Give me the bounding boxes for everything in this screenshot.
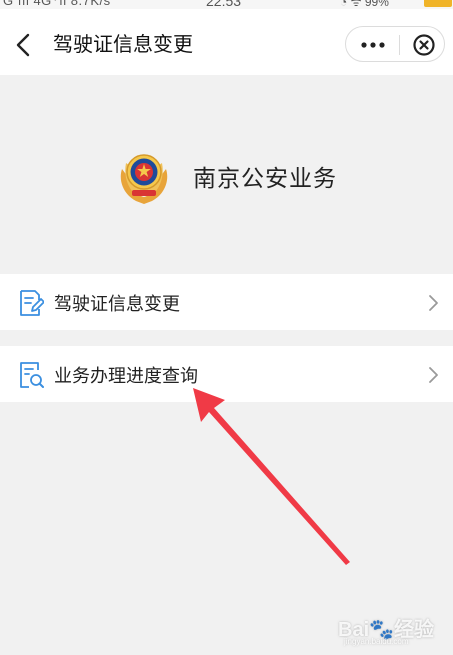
baidu-jingyan-watermark: Bai🐾经验 jingyan.baidu.com <box>338 603 448 651</box>
clock: 22:53 <box>206 0 242 9</box>
menu-item-label: 业务办理进度查询 <box>54 366 198 387</box>
network-status: G ııl 4G⁺ıl 8.7K/s <box>3 0 111 8</box>
menu-item-progress-query[interactable]: 业务办理进度查询 <box>0 346 453 402</box>
more-icon[interactable] <box>358 35 388 55</box>
watermark-url: jingyan.baidu.com <box>344 637 409 646</box>
miniprogram-capsule <box>345 26 445 62</box>
edit-document-icon <box>20 290 44 316</box>
battery-icon <box>424 0 452 7</box>
brand-section: 南京公安业务 <box>0 75 453 273</box>
chevron-right-icon <box>429 367 438 383</box>
brand-name: 南京公安业务 <box>193 166 337 192</box>
chevron-right-icon <box>429 295 438 311</box>
system-status: ◔ ᯤ 99% <box>340 0 389 9</box>
nav-header: 驾驶证信息变更 <box>0 9 453 75</box>
annotation-arrow-icon <box>193 388 350 565</box>
back-arrow-icon[interactable] <box>14 33 34 57</box>
status-bar: G ııl 4G⁺ıl 8.7K/s 22:53 ◔ ᯤ 99% <box>0 0 453 9</box>
page-title: 驾驶证信息变更 <box>53 32 193 56</box>
police-emblem-icon <box>120 154 168 204</box>
close-icon[interactable] <box>412 33 436 57</box>
capsule-divider <box>399 35 400 55</box>
menu-item-label: 驾驶证信息变更 <box>54 294 180 315</box>
menu-item-license-info-change[interactable]: 驾驶证信息变更 <box>0 274 453 330</box>
search-document-icon <box>20 362 44 388</box>
